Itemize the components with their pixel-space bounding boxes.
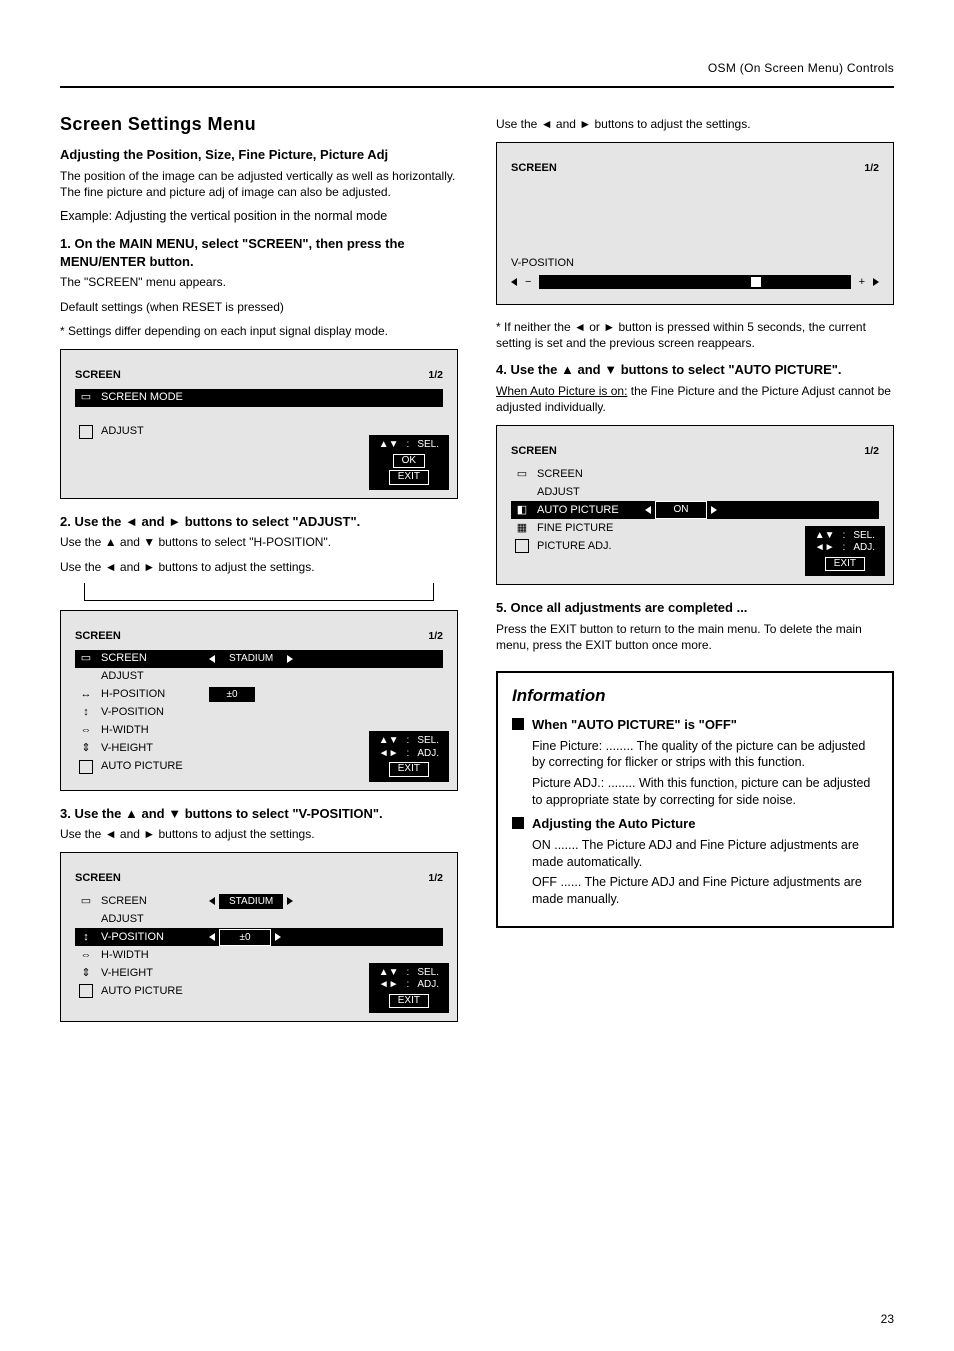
osd-auto-picture: SCREEN 1/2 ▭ SCREEN ADJUST ◧ AUTO PICTUR… [496,425,894,585]
auto-picture-icon: ◧ [515,503,529,517]
step-2-heading: 2. Use the ◄ and ► buttons to select "AD… [60,513,458,531]
auto-icon [79,984,93,998]
vheight-icon: ⇕ [79,742,93,756]
step-1-body: The "SCREEN" menu appears. [60,274,458,290]
osd3-page: 1/2 [428,871,443,886]
info-p2b: OFF ...... The Picture ADJ and Fine Pict… [532,874,878,908]
left-arrow-icon [511,278,517,286]
osd3-row-adjust-label: ADJUST [75,910,443,928]
info-subhead-1: When "AUTO PICTURE" is "OFF" [512,716,878,734]
osd5-row-screen: ▭ SCREEN [511,465,879,483]
screen-mode-icon: ▭ [79,391,93,405]
osd-screen-adjust-vpos: SCREEN 1/2 ▭ SCREEN STADIUM ADJUST ↕ V-P… [60,852,458,1022]
screen-icon: ▭ [79,652,93,666]
two-column-layout: Screen Settings Menu Adjusting the Posit… [60,112,894,1036]
step-5-heading: 4. Use the ▲ and ▼ buttons to select "AU… [496,361,894,379]
screen-icon: ▭ [515,467,529,481]
picture-adj-icon [515,539,529,553]
osd4-slider: − + [511,275,879,290]
brace-connector [84,583,434,601]
osd4-page: 1/2 [864,161,879,176]
reset-note-1: Default settings (when RESET is pressed) [60,299,458,315]
hpos-icon: ↔ [79,688,93,702]
right-arrow-icon [873,278,879,286]
osd4-slider-row: V-POSITION [511,256,879,271]
information-box: Information When "AUTO PICTURE" is "OFF"… [496,671,894,928]
osd3-row-hwidth: ⇔ H-WIDTH [75,946,443,964]
intro-paragraph: The position of the image can be adjuste… [60,168,458,200]
subheading-adjust: Adjusting the Position, Size, Fine Pictu… [60,146,458,164]
right-column: Use the ◄ and ► buttons to adjust the se… [496,112,894,1036]
info-subhead-2: Adjusting the Auto Picture [512,815,878,833]
vpos-icon: ↕ [79,930,93,944]
hwidth-icon: ⇔ [79,948,93,962]
step-1-heading: 1. On the MAIN MENU, select "SCREEN", th… [60,235,458,270]
osd5-legend: ▲▼:SEL. ◄►:ADJ. EXIT [805,526,885,577]
osd5-row-adjust: ADJUST [511,483,879,501]
bullet-icon [512,718,524,730]
info-p1a: Fine Picture: ........ The quality of th… [532,738,878,772]
osd2-row-screen: ▭ SCREEN STADIUM [75,650,443,668]
osd3-legend: ▲▼:SEL. ◄►:ADJ. EXIT [369,963,449,1014]
osd5-title: SCREEN [511,444,557,459]
info-p1b: Picture ADJ.: ........ With this functio… [532,775,878,809]
timeout-note: * If neither the ◄ or ► button is presse… [496,319,894,351]
osd2-page: 1/2 [428,629,443,644]
osd-screen-main: SCREEN 1/2 ▭ SCREEN MODE ADJUST ▲▼:SEL. … [60,349,458,499]
osd2-row-adjust-label: ADJUST [75,668,443,686]
screen-icon: ▭ [79,894,93,908]
slider-thumb [751,277,761,287]
step-2b: Use the ◄ and ► buttons to adjust the se… [60,559,458,575]
step-5-body: When Auto Picture is on: the Fine Pictur… [496,383,894,415]
osd5-page: 1/2 [864,444,879,459]
step-3-heading: 3. Use the ▲ and ▼ buttons to select "V-… [60,805,458,823]
osd5-row-auto: ◧ AUTO PICTURE ON [511,501,879,519]
osd3-title: SCREEN [75,871,121,886]
slider-track [539,275,850,289]
example-line: Example: Adjusting the vertical position… [60,208,458,225]
osd2-row-hpos: ↔ H-POSITION ±0 [75,686,443,704]
osd2-title: SCREEN [75,629,121,644]
osd2-legend: ▲▼:SEL. ◄►:ADJ. EXIT [369,731,449,782]
osd4-title: SCREEN [511,161,557,176]
reset-note-2: * Settings differ depending on each inpu… [60,323,458,339]
section-header: OSM (On Screen Menu) Controls [60,60,894,76]
info-p2a: ON ....... The Picture ADJ and Fine Pict… [532,837,878,871]
bullet-icon [512,817,524,829]
page-number: 23 [881,1311,894,1327]
auto-on-prefix: When Auto Picture is on: [496,384,627,398]
osd3-row-screen: ▭ SCREEN STADIUM [75,892,443,910]
fine-picture-icon: ▦ [515,521,529,535]
info-title: Information [512,685,878,708]
osd1-legend: ▲▼:SEL. OK EXIT [369,435,449,490]
step-2a: Use the ▲ and ▼ buttons to select "H-POS… [60,534,458,550]
step-exit-heading: 5. Once all adjustments are completed ..… [496,599,894,617]
osd1-page: 1/2 [428,368,443,383]
vheight-icon: ⇕ [79,966,93,980]
section-title: Screen Settings Menu [60,112,458,136]
auto-icon [79,760,93,774]
horizontal-rule [60,86,894,88]
osd2-row-vpos: ↕ V-POSITION [75,704,443,722]
vpos-icon: ↕ [79,706,93,720]
osd-vpos-slider: SCREEN 1/2 V-POSITION − + [496,142,894,305]
osd1-row-mode: ▭ SCREEN MODE [75,389,443,407]
osd1-title: SCREEN [75,368,121,383]
osd-screen-adjust-hpos: SCREEN 1/2 ▭ SCREEN STADIUM ADJUST ↔ H-P… [60,610,458,791]
step-3-body: Use the ◄ and ► buttons to adjust the se… [60,826,458,842]
left-column: Screen Settings Menu Adjusting the Posit… [60,112,458,1036]
step-4-lead: Use the ◄ and ► buttons to adjust the se… [496,116,894,132]
step-exit-body: Press the EXIT button to return to the m… [496,621,894,653]
adjust-icon [79,425,93,439]
hwidth-icon: ⇔ [79,724,93,738]
osd3-row-vpos: ↕ V-POSITION ±0 [75,928,443,946]
